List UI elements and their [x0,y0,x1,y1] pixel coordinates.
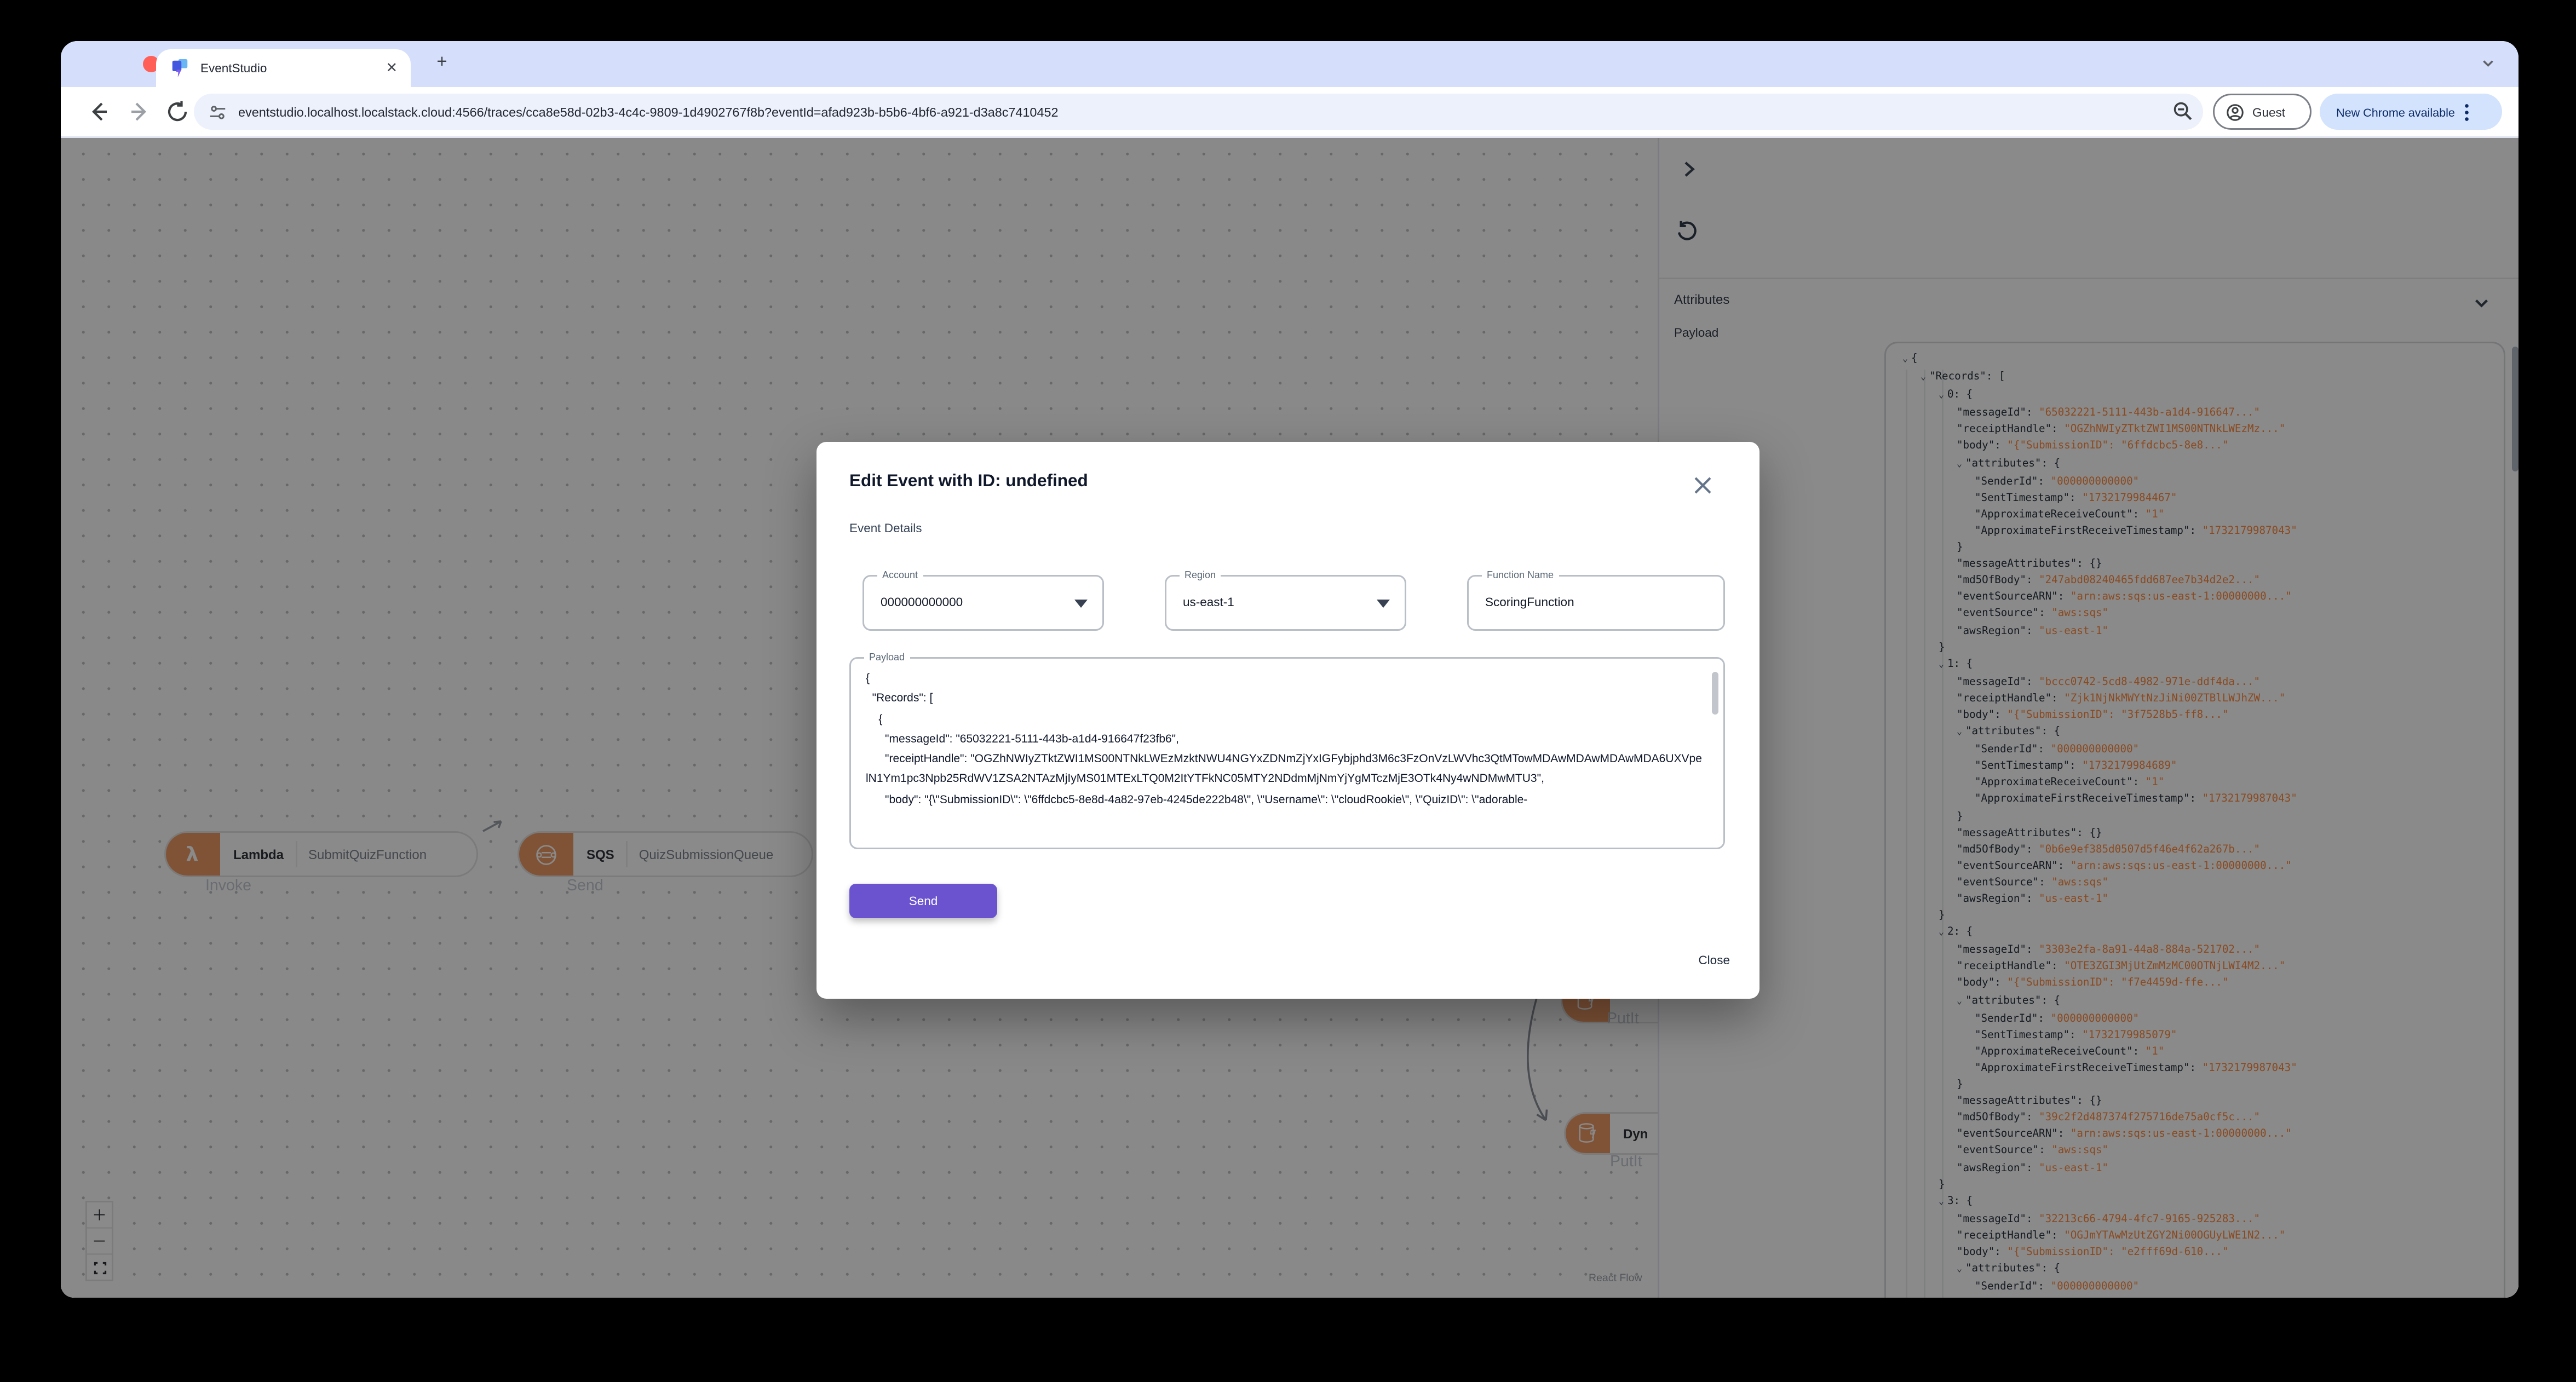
browser-tab[interactable]: EventStudio ✕ [156,49,411,87]
modal-close-icon[interactable] [1692,475,1714,496]
modal-title: Edit Event with ID: undefined [849,471,1088,491]
new-tab-button[interactable]: + [430,53,453,76]
panel-scrollbar-thumb[interactable] [2512,347,2519,471]
eventstudio-favicon [172,59,188,77]
region-value: us-east-1 [1183,595,1234,609]
page-content: λ Lambda SubmitQuizFunction Invoke SQS Q… [61,138,2519,1298]
chrome-update-button[interactable]: New Chrome available [2320,94,2502,130]
tab-search-chevron-icon[interactable] [2481,56,2496,71]
guest-avatar-icon [2227,103,2244,120]
tab-strip: EventStudio ✕ + [61,41,2519,87]
zoom-indicator-icon[interactable] [2172,100,2193,122]
address-bar[interactable]: eventstudio.localhost.localstack.cloud:4… [194,94,2203,130]
region-select[interactable]: Region us-east-1 [1165,570,1406,631]
chevron-down-icon [1074,600,1088,608]
chrome-update-label: New Chrome available [2336,104,2455,119]
url-text: eventstudio.localhost.localstack.cloud:4… [238,104,1059,119]
edit-event-modal: Edit Event with ID: undefined Event Deta… [817,442,1760,999]
send-button[interactable]: Send [849,884,997,918]
chevron-down-icon [1377,600,1390,608]
payload-textarea[interactable]: Payload { "Records": [ { "messageId": "6… [849,652,1725,849]
profile-button[interactable]: Guest [2213,94,2312,130]
modal-subtitle: Event Details [849,521,922,535]
back-icon[interactable] [85,99,112,125]
close-button[interactable]: Close [1698,953,1730,968]
function-name-value: ScoringFunction [1485,595,1574,609]
site-info-icon[interactable] [209,103,227,121]
payload-text[interactable]: { "Records": [ { "messageId": "65032221-… [853,660,1722,846]
browser-menu-icon[interactable] [2465,103,2470,121]
function-name-field[interactable]: Function Name ScoringFunction [1467,570,1725,631]
account-select[interactable]: Account 000000000000 [863,570,1104,631]
desktop: EventStudio ✕ + eventstudio.localhost.lo… [0,0,2576,1382]
profile-label: Guest [2252,104,2286,119]
reload-icon[interactable] [164,99,191,125]
tab-close-icon[interactable]: ✕ [386,61,398,76]
payload-scrollbar-thumb[interactable] [1712,672,1718,715]
account-value: 000000000000 [881,595,963,609]
browser-toolbar: eventstudio.localhost.localstack.cloud:4… [61,87,2519,138]
forward-icon[interactable] [127,99,153,125]
browser-window: EventStudio ✕ + eventstudio.localhost.lo… [61,41,2519,1298]
tab-title: EventStudio [200,61,267,76]
